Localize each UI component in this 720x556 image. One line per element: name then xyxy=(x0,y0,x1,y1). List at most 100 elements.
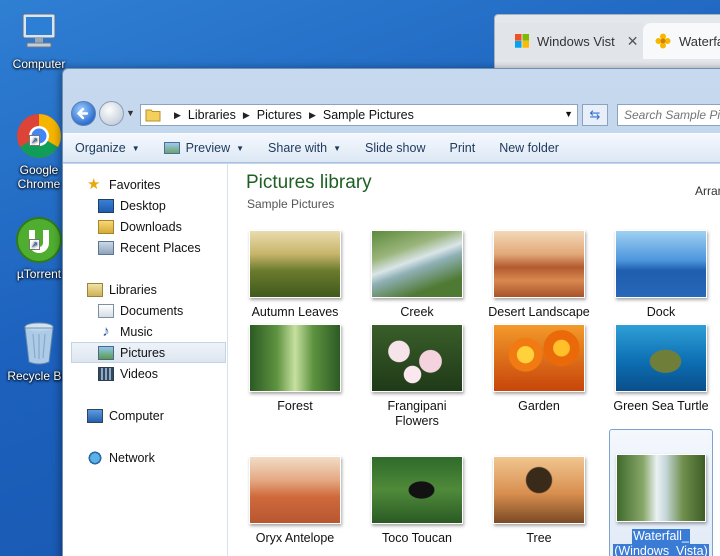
sidebar-item-network[interactable]: Network xyxy=(87,447,226,468)
desktop-icon xyxy=(98,198,114,213)
thumbnail xyxy=(249,230,341,298)
picture-caption: Forest xyxy=(277,399,313,413)
sidebar-item-pictures[interactable]: Pictures xyxy=(71,342,226,363)
chevron-down-icon: ▼ xyxy=(131,143,140,153)
navigation-pane[interactable]: ★ Favorites Desktop Downloads Recent Pla… xyxy=(63,164,228,556)
forward-button[interactable] xyxy=(99,101,124,126)
sidebar-item-favorites[interactable]: ★ Favorites xyxy=(87,174,226,195)
sidebar-item-label: Downloads xyxy=(120,219,182,234)
preview-button[interactable]: Preview ▼ xyxy=(152,134,256,162)
sidebar-item-label: Libraries xyxy=(109,282,157,297)
share-with-button[interactable]: Share with ▼ xyxy=(256,134,353,162)
picture-item-tree[interactable]: Tree xyxy=(483,456,595,546)
new-folder-label: New folder xyxy=(499,141,559,155)
star-icon: ★ xyxy=(87,175,101,193)
shortcut-arrow-icon: ↗ xyxy=(29,239,40,250)
back-button[interactable] xyxy=(71,101,96,126)
sidebar-item-computer[interactable]: Computer xyxy=(87,405,226,426)
breadcrumb-pictures[interactable]: Pictures xyxy=(257,108,302,122)
folder-icon xyxy=(145,109,161,122)
picture-caption-edit[interactable]: (Windows_Vista) xyxy=(613,544,709,556)
computer-icon xyxy=(22,13,56,48)
explorer-window[interactable]: ▼ ▶ Libraries ▶ Pictures ▶ Sample Pictur… xyxy=(62,68,720,556)
page-title: Pictures library xyxy=(246,172,372,193)
picture-caption: Green Sea Turtle xyxy=(613,399,709,413)
breadcrumb-libraries[interactable]: Libraries xyxy=(188,108,236,122)
desktop-icon-label: Google Chrome xyxy=(17,163,61,191)
sidebar-item-label: Pictures xyxy=(120,345,166,360)
thumbnail xyxy=(249,324,341,392)
picture-item-garden[interactable]: Garden xyxy=(483,324,595,414)
refresh-icon: ⇆ xyxy=(589,107,601,122)
organize-button[interactable]: Organize ▼ xyxy=(63,134,152,162)
explorer-content: ★ Favorites Desktop Downloads Recent Pla… xyxy=(63,164,720,556)
sidebar-item-label: Computer xyxy=(109,408,164,423)
chevron-down-icon: ▼ xyxy=(236,143,245,153)
picture-item-forest[interactable]: Forest xyxy=(239,324,351,414)
computer-icon xyxy=(87,408,103,423)
sidebar-item-recent-places[interactable]: Recent Places xyxy=(98,237,226,258)
thumbnail xyxy=(615,230,707,298)
picture-item-autumn-leaves[interactable]: Autumn Leaves xyxy=(239,230,351,320)
picture-caption: Oryx Antelope xyxy=(255,531,335,545)
breadcrumb-separator-icon[interactable]: ▶ xyxy=(243,110,250,121)
address-bar[interactable]: ▶ Libraries ▶ Pictures ▶ Sample Pictures… xyxy=(140,104,578,126)
history-dropdown-icon[interactable]: ▼ xyxy=(126,108,135,118)
browser-tab-title: Windows Vist xyxy=(537,33,615,49)
picture-item-toco-toucan[interactable]: Toco Toucan xyxy=(361,456,473,546)
slide-show-label: Slide show xyxy=(365,141,426,155)
arrange-by-button[interactable]: Arran xyxy=(695,184,720,198)
picture-caption-edit[interactable]: Waterfall_ xyxy=(632,529,690,544)
sidebar-item-downloads[interactable]: Downloads xyxy=(98,216,226,237)
picture-caption: Tree xyxy=(526,531,552,545)
refresh-button[interactable]: ⇆ xyxy=(582,104,608,126)
network-icon xyxy=(87,450,103,465)
music-note-icon: ♪ xyxy=(102,322,110,340)
downloads-folder-icon xyxy=(98,219,114,234)
libraries-icon xyxy=(87,282,103,297)
picture-item-green-sea-turtle[interactable]: Green Sea Turtle xyxy=(605,324,717,414)
breadcrumb-separator-icon[interactable]: ▶ xyxy=(309,110,316,121)
picture-item-desert-landscape[interactable]: Desert Landscape xyxy=(483,230,595,320)
thumbnail xyxy=(371,456,463,524)
print-label: Print xyxy=(449,141,476,155)
picture-caption: Frangipani xyxy=(387,399,447,413)
new-folder-button[interactable]: New folder xyxy=(487,134,571,162)
desktop-icon-computer[interactable]: Computer xyxy=(0,10,78,71)
close-tab-icon[interactable]: ✕ xyxy=(627,33,639,50)
browser-tab-windows-vista[interactable]: Windows Vist ✕ xyxy=(495,23,643,59)
pictures-icon xyxy=(98,345,114,360)
desktop-icon-label: µTorrent xyxy=(16,267,62,281)
sidebar-item-label: Music xyxy=(120,324,153,339)
print-button[interactable]: Print xyxy=(437,134,487,162)
shortcut-arrow-icon: ↗ xyxy=(29,135,40,146)
sidebar-item-documents[interactable]: Documents xyxy=(98,300,226,321)
recent-places-icon xyxy=(98,240,114,255)
browser-tab-waterfall[interactable]: Waterfal xyxy=(643,23,720,59)
sidebar-item-music[interactable]: ♪ Music xyxy=(98,321,226,342)
picture-item-frangipani-flowers[interactable]: Frangipani Flowers xyxy=(361,324,473,429)
slide-show-button[interactable]: Slide show xyxy=(353,134,437,162)
thumbnail xyxy=(249,456,341,524)
sidebar-item-desktop[interactable]: Desktop xyxy=(98,195,226,216)
picture-caption: Garden xyxy=(518,399,560,413)
picture-item-oryx-antelope[interactable]: Oryx Antelope xyxy=(239,456,351,546)
sidebar-item-label: Videos xyxy=(120,366,158,381)
sidebar-item-label: Network xyxy=(109,450,155,465)
picture-caption: Toco Toucan xyxy=(382,531,452,545)
breadcrumb-sample-pictures[interactable]: Sample Pictures xyxy=(323,108,414,122)
picture-item-creek[interactable]: Creek xyxy=(361,230,473,320)
thumbnail xyxy=(616,454,706,522)
sidebar-item-libraries[interactable]: Libraries xyxy=(87,279,226,300)
breadcrumb-separator-icon: ▶ xyxy=(174,109,181,120)
recycle-bin-icon xyxy=(24,322,54,365)
thumbnail xyxy=(493,456,585,524)
picture-item-dock[interactable]: Dock xyxy=(605,230,717,320)
videos-icon xyxy=(98,366,114,381)
thumbnail xyxy=(371,230,463,298)
search-input[interactable] xyxy=(617,104,720,126)
chevron-down-icon: ▼ xyxy=(333,143,342,153)
address-dropdown-icon[interactable]: ▼ xyxy=(564,109,573,119)
picture-item-waterfall[interactable]: Waterfall_ (Windows_Vista) xyxy=(609,429,713,556)
sidebar-item-videos[interactable]: Videos xyxy=(98,363,226,384)
